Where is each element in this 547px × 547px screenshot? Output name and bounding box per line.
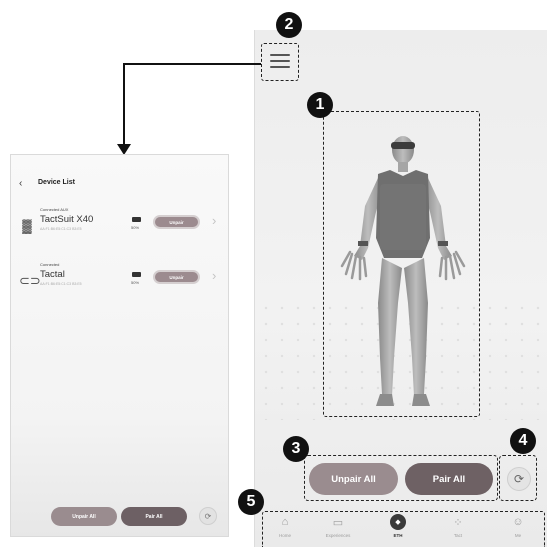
gamepad-icon: ▭ bbox=[332, 516, 344, 529]
panel-refresh-icon[interactable]: ⟳ bbox=[199, 507, 217, 525]
refresh-icon[interactable]: ⟳ bbox=[507, 467, 531, 491]
nav-home[interactable]: ⌂ Home bbox=[261, 514, 309, 547]
nav-label: Me bbox=[514, 533, 522, 538]
device-name: TactSuit X40 bbox=[40, 214, 94, 225]
battery-level: 50% bbox=[131, 280, 140, 285]
nav-label: Home bbox=[278, 533, 291, 538]
chevron-right-icon[interactable]: › bbox=[212, 213, 216, 228]
pair-all-button[interactable]: Pair All bbox=[405, 463, 493, 495]
unpair-button[interactable]: Unpair bbox=[153, 270, 200, 284]
panel-unpair-all-button[interactable]: Unpair All bbox=[51, 507, 117, 526]
back-chevron-icon[interactable]: ‹ bbox=[19, 178, 22, 189]
eth-icon: ◆ bbox=[390, 514, 406, 530]
body-avatar[interactable] bbox=[338, 128, 468, 413]
device-serial: AA:F1:B6:E5:C1:C3 B3:E5 bbox=[40, 282, 82, 286]
device-row[interactable]: ▓ Connected AUX TactSuit X40 AA:F1:B6:E5… bbox=[19, 207, 223, 247]
nav-eth[interactable]: ◆ ETH bbox=[374, 514, 422, 547]
device-row[interactable]: ⊂⊃ Connected Tactal AA:F1:B6:E5:C1:C3 B3… bbox=[19, 262, 223, 302]
device-status: Connected bbox=[40, 262, 60, 267]
nav-me[interactable]: ☺ Me bbox=[494, 514, 542, 547]
chevron-right-icon[interactable]: › bbox=[212, 268, 216, 283]
panel-title: Device List bbox=[38, 179, 75, 186]
device-serial: AA:F1:B6:E5:C1:C3 B3:E5 bbox=[40, 227, 82, 231]
badge-5: 5 bbox=[238, 489, 264, 515]
nav-experiences[interactable]: ▭ Experiences bbox=[314, 514, 362, 547]
badge-3: 3 bbox=[283, 436, 309, 462]
nav-tact[interactable]: ⁘ Tact bbox=[434, 514, 482, 547]
badge-4: 4 bbox=[510, 428, 536, 454]
glasses-icon: ⊂⊃ bbox=[19, 273, 41, 288]
device-name: Tactal bbox=[40, 269, 65, 280]
panel-pair-all-button[interactable]: Pair All bbox=[121, 507, 187, 526]
unpair-button[interactable]: Unpair bbox=[153, 215, 200, 229]
device-status: Connected AUX bbox=[40, 207, 69, 212]
badge-1: 1 bbox=[307, 92, 333, 118]
battery-icon bbox=[132, 272, 141, 277]
hamburger-menu-icon[interactable] bbox=[270, 54, 290, 70]
unpair-all-button[interactable]: Unpair All bbox=[309, 463, 398, 495]
nav-label: Tact bbox=[453, 533, 463, 538]
nav-label: Experiences bbox=[325, 533, 351, 538]
grid-icon: ⁘ bbox=[453, 516, 463, 529]
battery-icon bbox=[132, 217, 141, 222]
home-icon: ⌂ bbox=[281, 516, 289, 528]
battery-level: 50% bbox=[131, 225, 140, 230]
profile-icon: ☺ bbox=[512, 516, 524, 528]
badge-2: 2 bbox=[276, 12, 302, 38]
vest-icon: ▓ bbox=[22, 218, 32, 233]
nav-label: ETH bbox=[393, 533, 403, 538]
